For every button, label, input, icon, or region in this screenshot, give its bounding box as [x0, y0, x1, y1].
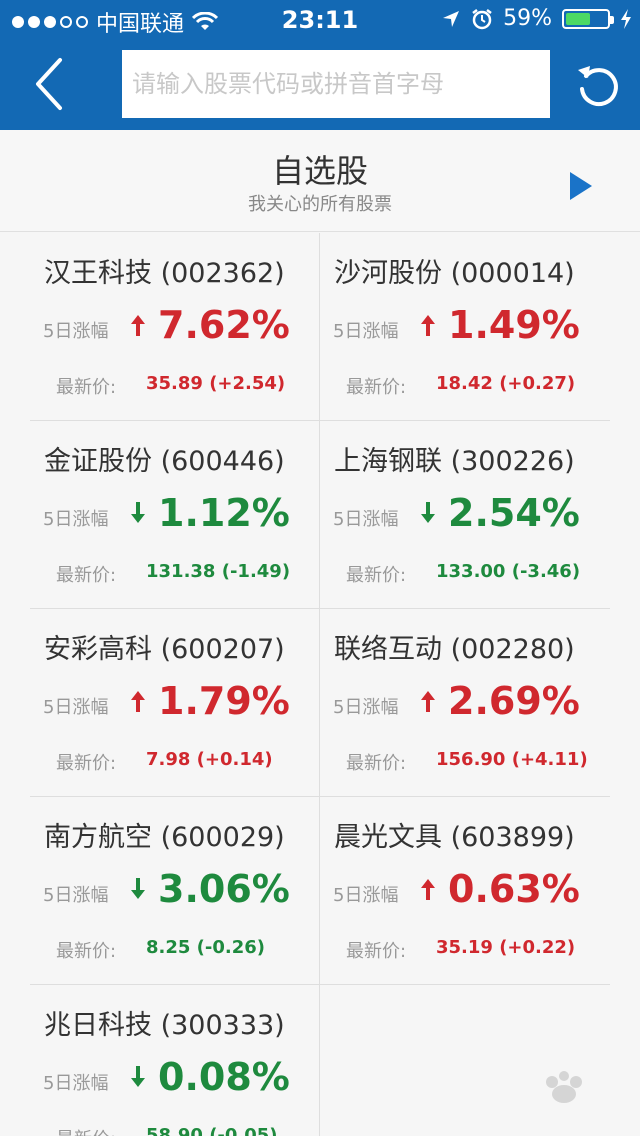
- stock-card[interactable]: 安彩高科 (600207) 5日涨幅 1.79% 最新价: 7.98 (+0.14): [30, 609, 320, 797]
- stock-card[interactable]: 南方航空 (600029) 5日涨幅 3.06% 最新价: 8.25 (-0.26): [30, 797, 320, 985]
- arrow-up-icon: [421, 315, 435, 336]
- stock-card[interactable]: 联络互动 (002280) 5日涨幅 2.69% 最新价: 156.90 (+4.11): [320, 609, 610, 797]
- arrow-down-icon: [131, 502, 145, 523]
- stock-card[interactable]: 汉王科技 (002362) 5日涨幅 7.62% 最新价: 35.89 (+2.54): [30, 233, 320, 421]
- battery-icon: [562, 8, 614, 29]
- arrow-up-icon: [131, 691, 145, 712]
- page-title: 自选股: [271, 152, 368, 190]
- latest-price-label: 最新价:: [346, 565, 407, 586]
- latest-price: 131.38 (-1.49): [146, 561, 291, 582]
- arrow-up-icon: [131, 315, 145, 336]
- five-day-label: 5日涨幅: [333, 885, 399, 906]
- stock-card[interactable]: 上海钢联 (300226) 5日涨幅 2.54% 最新价: 133.00 (-3.46): [320, 421, 610, 609]
- charging-icon: [621, 8, 631, 29]
- latest-price-label: 最新价:: [56, 753, 117, 774]
- battery-fill: [566, 12, 590, 25]
- five-day-change: 3.06%: [158, 867, 290, 911]
- five-day-change: 7.62%: [158, 303, 290, 347]
- page-subtitle: 我关心的所有股票: [248, 194, 392, 215]
- latest-price: 18.42 (+0.27): [436, 373, 576, 394]
- latest-price-label: 最新价:: [346, 941, 407, 962]
- latest-price: 58.90 (-0.05): [146, 1125, 278, 1136]
- latest-price: 35.19 (+0.22): [436, 937, 576, 958]
- stock-name: 沙河股份 (000014): [334, 258, 575, 289]
- battery-percent: 59%: [503, 6, 552, 31]
- arrow-up-icon: [421, 691, 435, 712]
- watermark-logo: [546, 1071, 582, 1103]
- search-input[interactable]: [122, 50, 550, 118]
- latest-price-label: 最新价:: [346, 377, 407, 398]
- latest-price: 156.90 (+4.11): [436, 749, 588, 770]
- stock-name: 南方航空 (600029): [44, 822, 285, 853]
- latest-price-label: 最新价:: [56, 941, 117, 962]
- row-divider: [30, 420, 610, 421]
- five-day-label: 5日涨幅: [43, 1073, 109, 1094]
- refresh-icon[interactable]: [572, 58, 626, 112]
- status-right: 59%: [441, 6, 632, 31]
- latest-price: 7.98 (+0.14): [146, 749, 273, 770]
- five-day-label: 5日涨幅: [333, 321, 399, 342]
- five-day-label: 5日涨幅: [333, 697, 399, 718]
- five-day-change: 1.79%: [158, 679, 290, 723]
- alarm-icon: [472, 8, 492, 29]
- stock-card[interactable]: 晨光文具 (603899) 5日涨幅 0.63% 最新价: 35.19 (+0.22): [320, 797, 610, 985]
- arrow-down-icon: [131, 878, 145, 899]
- stock-name: 联络互动 (002280): [334, 634, 575, 665]
- stock-name: 上海钢联 (300226): [334, 446, 575, 477]
- five-day-change: 2.69%: [448, 679, 580, 723]
- arrow-up-icon: [421, 879, 435, 900]
- watchlist-header: 自选股 我关心的所有股票: [0, 130, 640, 232]
- row-divider: [30, 796, 610, 797]
- stock-name: 晨光文具 (603899): [334, 822, 575, 853]
- five-day-change: 1.12%: [158, 491, 290, 535]
- play-icon[interactable]: [566, 170, 594, 202]
- stock-name: 汉王科技 (002362): [44, 258, 285, 289]
- five-day-change: 0.63%: [448, 867, 580, 911]
- five-day-change: 1.49%: [448, 303, 580, 347]
- five-day-change: 2.54%: [448, 491, 580, 535]
- five-day-label: 5日涨幅: [333, 509, 399, 530]
- location-icon: [443, 10, 460, 27]
- stock-name: 金证股份 (600446): [44, 446, 285, 477]
- five-day-label: 5日涨幅: [43, 885, 109, 906]
- stock-name: 安彩高科 (600207): [44, 634, 285, 665]
- latest-price-label: 最新价:: [346, 753, 407, 774]
- latest-price-label: 最新价:: [56, 1125, 116, 1136]
- arrow-down-icon: [131, 1066, 145, 1087]
- status-bar: 中国联通 23:11 59%: [0, 0, 640, 40]
- five-day-label: 5日涨幅: [43, 321, 109, 342]
- latest-price: 35.89 (+2.54): [146, 373, 286, 394]
- latest-price: 133.00 (-3.46): [436, 561, 581, 582]
- latest-price-label: 最新价:: [56, 377, 117, 398]
- stock-name: 兆日科技 (300333): [44, 1010, 285, 1041]
- latest-price: 8.25 (-0.26): [146, 937, 266, 958]
- stock-card[interactable]: 兆日科技 (300333) 5日涨幅 0.08% 最新价: 58.90 (-0.05): [30, 985, 320, 1136]
- row-divider: [30, 984, 610, 985]
- row-divider: [30, 608, 610, 609]
- stock-card[interactable]: 沙河股份 (000014) 5日涨幅 1.49% 最新价: 18.42 (+0.27): [320, 233, 610, 421]
- back-chevron-left-icon[interactable]: [24, 56, 72, 112]
- five-day-change: 0.08%: [158, 1055, 290, 1099]
- arrow-down-icon: [421, 502, 435, 523]
- five-day-label: 5日涨幅: [43, 697, 109, 718]
- stock-card[interactable]: 金证股份 (600446) 5日涨幅 1.12% 最新价: 131.38 (-1.49): [30, 421, 320, 609]
- five-day-label: 5日涨幅: [43, 509, 109, 530]
- latest-price-label: 最新价:: [56, 565, 117, 586]
